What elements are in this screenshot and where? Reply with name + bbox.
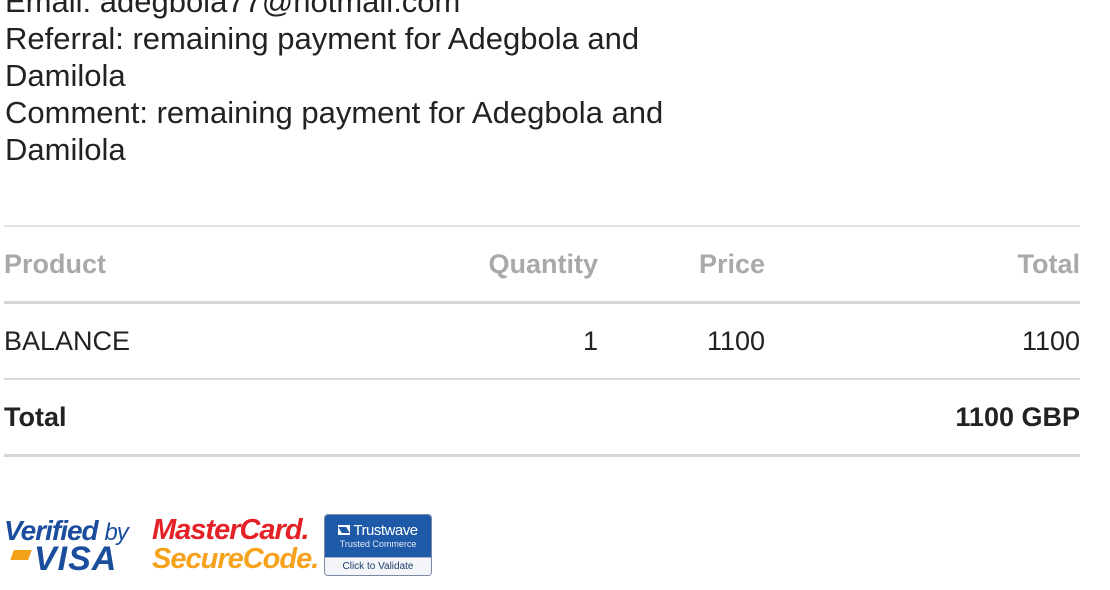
cell-total: 1100 bbox=[765, 302, 1080, 380]
referral-line-cont: Damilola bbox=[5, 58, 126, 93]
referral-line: Referral: remaining payment for Adegbola… bbox=[5, 21, 640, 56]
email-line: Email: adegbola77@hotmail.com bbox=[5, 0, 461, 19]
payment-badges: Verified by VISA MasterCard. SecureCode.… bbox=[4, 513, 432, 577]
header-quantity: Quantity bbox=[404, 225, 598, 304]
header-total: Total bbox=[765, 225, 1080, 304]
total-label: Total bbox=[4, 379, 404, 457]
header-product: Product bbox=[4, 225, 404, 304]
table-row: BALANCE 1 1100 1100 bbox=[4, 302, 1080, 380]
header-price: Price bbox=[598, 225, 765, 304]
total-row: Total 1100 GBP bbox=[4, 379, 1080, 457]
comment-line: Comment: remaining payment for Adegbola … bbox=[5, 95, 664, 130]
table-header-row: Product Quantity Price Total bbox=[4, 225, 1080, 304]
click-to-validate-link[interactable]: Click to Validate bbox=[325, 557, 431, 575]
cell-product: BALANCE bbox=[4, 302, 404, 380]
verified-by-visa-logo: Verified by VISA bbox=[4, 517, 132, 577]
total-value: 1100 GBP bbox=[765, 379, 1080, 457]
trustwave-icon bbox=[338, 525, 351, 535]
mastercard-securecode-logo: MasterCard. SecureCode. bbox=[152, 514, 319, 575]
trustwave-seal[interactable]: Trustwave Trusted Commerce Click to Vali… bbox=[324, 514, 432, 576]
customer-info: Email: adegbola77@hotmail.com Referral: … bbox=[5, 0, 705, 168]
cell-price: 1100 bbox=[598, 302, 765, 380]
comment-line-cont: Damilola bbox=[5, 132, 126, 167]
cell-quantity: 1 bbox=[404, 302, 598, 380]
order-table: Product Quantity Price Total BALANCE 1 1… bbox=[4, 225, 1080, 457]
